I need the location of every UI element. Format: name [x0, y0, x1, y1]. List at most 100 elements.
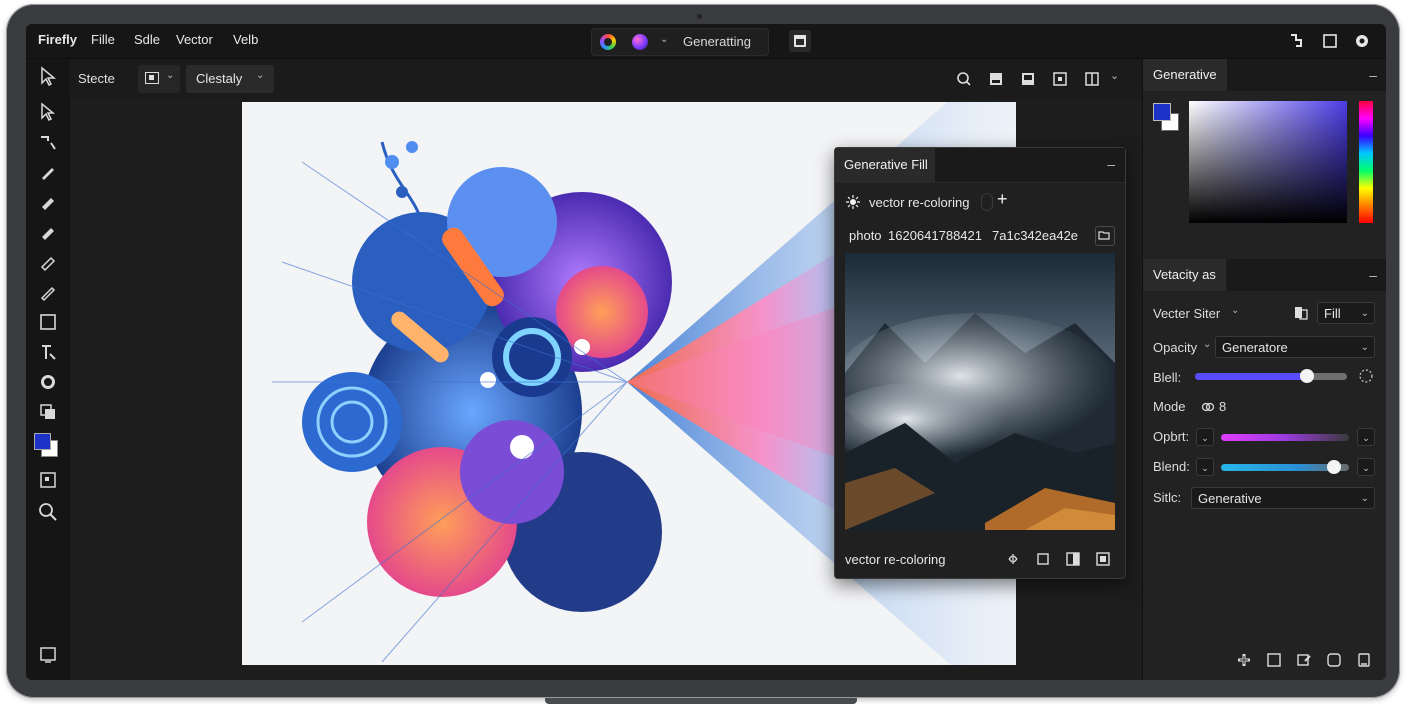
selection-arrow-icon[interactable] [37, 65, 59, 87]
artboard-icon[interactable] [37, 469, 59, 491]
menu-file[interactable]: Fille [91, 32, 115, 47]
opbrt-increase-button[interactable]: ⌄ [1357, 428, 1375, 446]
panel-toggle-icon[interactable] [789, 30, 811, 52]
brush-icon[interactable] [37, 161, 59, 183]
blend-slider-knob[interactable] [1326, 460, 1341, 474]
generative-fill-tab[interactable]: Generative Fill [835, 148, 935, 182]
landscape-photo [845, 253, 1115, 530]
search-icon[interactable] [956, 71, 972, 87]
opbrt-label: Opbrt: [1153, 429, 1190, 444]
compare-icon[interactable] [1005, 551, 1021, 567]
direct-select-icon[interactable] [37, 101, 59, 123]
opbrt-slider[interactable] [1221, 434, 1349, 441]
photo-folder-button[interactable] [1095, 226, 1115, 246]
blell-label: Blell: [1153, 370, 1182, 385]
link-icon[interactable] [1201, 400, 1215, 414]
expand-icon[interactable] [1095, 551, 1111, 567]
new-frame-icon[interactable] [1266, 652, 1282, 668]
chevron-down-icon: ⌄ [1360, 493, 1369, 504]
prompt-toggle[interactable] [981, 193, 993, 211]
color-wheel-icon[interactable] [600, 34, 616, 50]
style-label: Sitlc: [1153, 490, 1182, 505]
mask-icon[interactable] [1326, 652, 1342, 668]
generation-status[interactable]: ⌄ Generatting [591, 28, 769, 56]
blend-slider[interactable] [1221, 460, 1349, 474]
mode-dropdown[interactable]: Clestaly ⌄ [186, 65, 274, 93]
chevron-down-icon: ⌄ [256, 70, 265, 81]
fill-stroke-swatches[interactable] [34, 433, 58, 457]
color-picker-field[interactable] [1189, 101, 1347, 223]
pen-icon[interactable] [37, 131, 59, 153]
screen-mode-icon[interactable] [37, 644, 59, 666]
style-dropdown-value: Generative [1198, 491, 1262, 506]
photo-hash: 7a1c342ea42e [992, 228, 1079, 243]
gear-icon[interactable] [1354, 33, 1370, 49]
chevron-down-icon[interactable]: ⌄ [660, 34, 668, 45]
hue-slider[interactable] [1359, 101, 1373, 223]
plus-icon[interactable]: + [997, 189, 1008, 210]
generated-image-preview[interactable] [845, 253, 1115, 530]
opacity-dropdown[interactable]: Generatore ⌄ [1215, 336, 1375, 358]
paintbrush-icon[interactable] [37, 281, 59, 303]
share-icon[interactable] [1288, 33, 1304, 49]
blell-slider[interactable] [1195, 369, 1347, 383]
menu-firefly[interactable]: Firefly [38, 32, 77, 47]
options-bar: Stecte ⌄ Clestaly ⌄ ⌄ [70, 59, 1142, 99]
blend-decrease-button[interactable]: ⌄ [1196, 458, 1214, 476]
blend-increase-button[interactable]: ⌄ [1357, 458, 1375, 476]
blob-brush-icon[interactable] [37, 221, 59, 243]
fill-dropdown[interactable]: Fill ⌄ [1317, 302, 1375, 324]
chevron-down-icon: ⌄ [1360, 308, 1369, 319]
rectangle-icon[interactable] [37, 311, 59, 333]
chevron-down-icon[interactable]: ⌄ [1231, 305, 1239, 316]
duplicate-icon[interactable] [1293, 305, 1309, 321]
edit-icon[interactable] [1296, 652, 1312, 668]
zoom-icon[interactable] [37, 501, 59, 523]
target-icon[interactable] [1358, 368, 1374, 384]
menu-velb[interactable]: Velb [233, 32, 258, 47]
minimize-icon[interactable]: – [1107, 156, 1115, 172]
minimize-icon[interactable]: – [1369, 267, 1377, 283]
properties-header: Vetacity as – [1143, 259, 1386, 291]
delete-layer-icon[interactable] [1356, 652, 1372, 668]
menu-sdle[interactable]: Sdle [134, 32, 160, 47]
blend-label: Blend: [1153, 459, 1190, 474]
export-icon[interactable] [988, 71, 1004, 87]
photo-id: 1620641788421 [888, 228, 982, 243]
camera-dot [697, 14, 702, 19]
chevron-down-icon[interactable]: ⌄ [1203, 339, 1211, 350]
color-panel-header: Generative – [1143, 59, 1386, 91]
window-icon[interactable] [1322, 33, 1338, 49]
properties-panel: Generative – Vetacity as – Vecter Siter … [1142, 59, 1386, 680]
menu-vector[interactable]: Vector [176, 32, 213, 47]
opacity-label: Opacity [1153, 340, 1198, 355]
layers-icon[interactable] [37, 401, 59, 423]
chevron-down-icon[interactable]: ⌄ [1110, 69, 1119, 82]
prompt-text[interactable]: vector re-coloring [869, 195, 969, 210]
mode-label: Mode [1153, 399, 1186, 414]
frame-icon[interactable] [1020, 71, 1036, 87]
distribute-icon[interactable] [1084, 71, 1100, 87]
color-swatches[interactable] [1153, 103, 1179, 131]
add-layer-icon[interactable] [1236, 652, 1252, 668]
color-panel-tab[interactable]: Generative [1143, 59, 1227, 91]
select-label[interactable]: Stecte [78, 71, 115, 86]
fill-dropdown-value: Fill [1324, 306, 1341, 321]
split-view-icon[interactable] [1065, 551, 1081, 567]
eraser-icon[interactable] [37, 191, 59, 213]
blell-slider-knob[interactable] [1300, 369, 1315, 383]
vector-filter-label[interactable]: Vecter Siter [1153, 306, 1220, 321]
copy-icon[interactable] [1035, 551, 1051, 567]
properties-tab[interactable]: Vetacity as [1143, 259, 1226, 291]
shape-select[interactable]: ⌄ [138, 65, 180, 93]
chevron-down-icon: ⌄ [166, 70, 175, 81]
style-dropdown[interactable]: Generative ⌄ [1191, 487, 1375, 509]
generation-status-label: Generatting [683, 34, 751, 49]
ellipse-icon[interactable] [37, 371, 59, 393]
minimize-icon[interactable]: – [1369, 67, 1377, 83]
opbrt-decrease-button[interactable]: ⌄ [1196, 428, 1214, 446]
gradient-orb-icon[interactable] [632, 34, 648, 50]
align-icon[interactable] [1052, 71, 1068, 87]
type-icon[interactable] [37, 341, 59, 363]
pencil-icon[interactable] [37, 251, 59, 273]
